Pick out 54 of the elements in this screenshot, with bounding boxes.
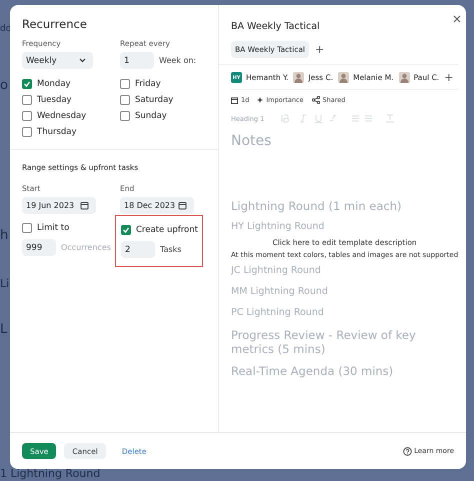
checkbox[interactable] xyxy=(22,127,32,137)
background-text: h xyxy=(0,228,8,243)
calendar-icon xyxy=(80,201,89,210)
background-text: Li xyxy=(0,277,10,290)
checkbox-label: Wednesday xyxy=(37,111,86,121)
background-text: 1 Lightning Round xyxy=(0,467,100,480)
start-date-field[interactable]: 19 Jun 2023 xyxy=(22,197,96,214)
chevron-down-icon xyxy=(79,58,86,63)
close-icon[interactable] xyxy=(453,15,462,23)
dialog-title: Recurrence xyxy=(22,17,88,31)
notes-text: Progress Review - Review of key metrics (5 mins) xyxy=(231,328,417,356)
notes-text: PC Lightning Round xyxy=(231,307,325,318)
checkbox[interactable] xyxy=(120,95,130,105)
notes-text: Real-Time Agenda (30 mins) xyxy=(231,364,394,378)
share-icon xyxy=(312,96,320,104)
notes-text: Notes xyxy=(231,133,272,149)
background-text: L xyxy=(0,322,8,337)
checkbox[interactable] xyxy=(120,111,130,121)
frequency-dropdown[interactable]: Weekly xyxy=(22,52,93,69)
template-title: BA Weekly Tactical xyxy=(231,21,321,32)
checkbox-label: Limit to xyxy=(37,223,70,233)
occurrences-input[interactable]: 999 xyxy=(22,239,56,256)
notes-text: MM Lightning Round xyxy=(231,286,329,297)
calendar-icon xyxy=(231,96,238,104)
checkbox-label: Saturday xyxy=(135,95,174,105)
notes-text: HY Lightning Round xyxy=(231,221,326,232)
notes-text: Lightning Round (1 min each) xyxy=(231,199,402,213)
avatar xyxy=(398,72,410,83)
checkbox-label: Thursday xyxy=(37,127,77,137)
checkbox[interactable] xyxy=(22,95,32,105)
unit-label: Occurrences xyxy=(61,243,111,252)
repeat-input[interactable]: 1 xyxy=(120,52,154,69)
help-icon xyxy=(403,446,412,456)
checkbox-label: Monday xyxy=(37,79,71,89)
unit-label: Week on: xyxy=(159,56,196,65)
tasks-input[interactable]: 2 xyxy=(121,241,155,258)
checkbox-label: Create upfront xyxy=(136,225,198,235)
add-attendee-button[interactable]: + xyxy=(444,71,454,84)
checkbox-label: Sunday xyxy=(135,111,167,121)
calendar-icon xyxy=(178,201,187,210)
avatar xyxy=(338,72,350,83)
end-date-field[interactable]: 18 Dec 2023 xyxy=(120,197,194,214)
sparkle-icon xyxy=(257,97,264,103)
checkbox[interactable] xyxy=(22,79,32,89)
checkbox[interactable] xyxy=(22,223,32,233)
checkbox[interactable] xyxy=(120,79,130,89)
checkbox-label: Tuesday xyxy=(37,95,72,105)
background-text: o xyxy=(0,78,8,93)
checkbox-label: Friday xyxy=(135,79,161,89)
checkbox[interactable] xyxy=(22,111,32,121)
add-tag-button[interactable]: + xyxy=(315,43,324,56)
avatar xyxy=(293,72,304,83)
unit-label: Tasks xyxy=(160,245,182,254)
checkbox[interactable] xyxy=(121,225,131,235)
